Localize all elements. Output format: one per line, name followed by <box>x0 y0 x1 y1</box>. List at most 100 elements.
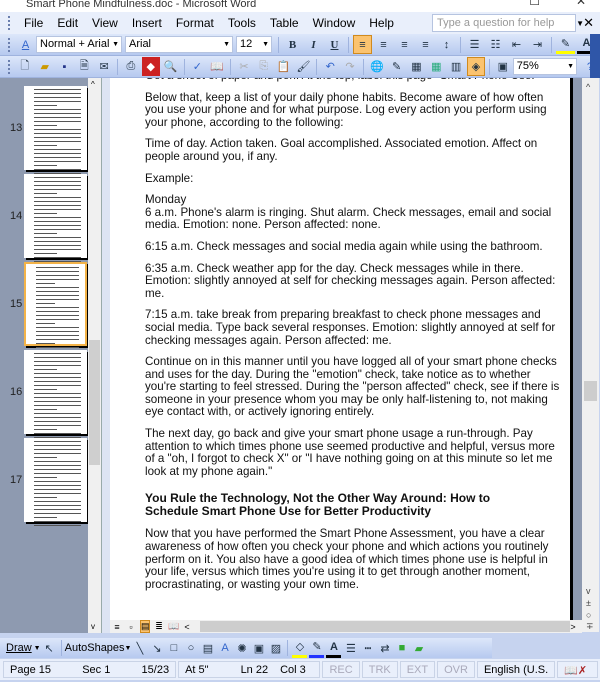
hyperlink-icon[interactable]: 🌐 <box>368 57 386 76</box>
scroll-thumb[interactable] <box>584 381 597 401</box>
thumbnail-page[interactable] <box>24 174 87 262</box>
zoom-select[interactable]: 75% ▼ <box>512 58 578 75</box>
vertical-scrollbar[interactable]: ^ v ± ○ ∓ <box>582 78 599 632</box>
new-document-icon[interactable]: 🗋 <box>16 57 34 76</box>
line-icon[interactable]: ╲ <box>132 639 147 658</box>
cut-icon[interactable]: ✂ <box>235 57 253 76</box>
diagram-icon[interactable]: ✺ <box>234 639 249 658</box>
text-box-icon[interactable]: ▤ <box>200 639 215 658</box>
scroll-down-icon[interactable]: v <box>91 622 95 631</box>
maximize-button[interactable]: ☐ <box>529 0 540 7</box>
extend-selection[interactable]: EXT <box>399 661 436 678</box>
align-center-icon[interactable]: ≡ <box>374 35 393 54</box>
font-size-select[interactable]: 12 ▼ <box>236 36 272 53</box>
horizontal-scrollbar[interactable]: ≡ ▫ ▤ ≣ 📖 < > <box>110 620 582 633</box>
menu-insert[interactable]: Insert <box>132 16 162 30</box>
bullets-icon[interactable]: ☷ <box>486 35 505 54</box>
tables-borders-icon[interactable]: ✎ <box>388 57 406 76</box>
document-page[interactable]: Get a sheet of paper and pen. At the top… <box>110 78 570 620</box>
arrow-style-icon[interactable]: ⇄ <box>377 639 392 658</box>
document-map-icon[interactable]: ▣ <box>494 57 512 76</box>
pdf-icon[interactable]: ◆ <box>141 57 160 76</box>
menu-window[interactable]: Window <box>313 16 356 30</box>
align-left-icon[interactable]: ≡ <box>353 35 372 54</box>
scroll-left-icon[interactable]: < <box>182 622 192 632</box>
highlight-icon[interactable]: ✎ <box>556 35 575 54</box>
dash-style-icon[interactable]: ┅ <box>360 639 375 658</box>
increase-indent-icon[interactable]: ⇥ <box>528 35 547 54</box>
reading-layout-icon[interactable]: 📖 <box>168 621 179 632</box>
align-right-icon[interactable]: ≡ <box>395 35 414 54</box>
language[interactable]: English (U.S. <box>476 661 556 678</box>
columns-icon[interactable]: ▥ <box>447 57 465 76</box>
thumbnail-page[interactable] <box>24 262 87 352</box>
picture-icon[interactable]: ▨ <box>268 639 283 658</box>
bold-button[interactable]: B <box>283 35 302 54</box>
menu-help[interactable]: Help <box>369 16 394 30</box>
select-objects-icon[interactable]: ↖ <box>42 639 57 658</box>
document-text[interactable]: Get a sheet of paper and pen. At the top… <box>145 78 559 600</box>
fill-color-icon[interactable]: ◇ <box>292 639 308 658</box>
print-preview-icon[interactable]: 🔍 <box>162 57 180 76</box>
format-painter-icon[interactable]: 🖌 <box>295 57 313 76</box>
print-layout-icon[interactable]: ▤ <box>140 620 150 633</box>
decrease-indent-icon[interactable]: ⇤ <box>507 35 526 54</box>
copy-icon[interactable]: ⎘ <box>255 57 273 76</box>
font-color-icon[interactable]: A <box>326 639 342 658</box>
oval-icon[interactable]: ○ <box>183 639 198 658</box>
toolbar-options[interactable] <box>590 56 600 78</box>
undo-icon[interactable]: ↶ <box>321 57 339 76</box>
research-icon[interactable]: 📖 <box>208 57 226 76</box>
print-icon[interactable]: ⎙ <box>122 57 140 76</box>
drawing-icon[interactable]: ◈ <box>467 57 485 76</box>
select-browse-object-icon[interactable]: ○ <box>586 610 591 620</box>
autoshapes-menu[interactable]: AutoShapes <box>65 642 125 654</box>
menu-tools[interactable]: Tools <box>228 16 256 30</box>
save-icon[interactable]: ▪ <box>56 57 74 76</box>
thumbnail-page[interactable] <box>24 350 87 438</box>
toolbar-options[interactable] <box>590 34 600 56</box>
paste-icon[interactable]: 📋 <box>275 57 293 76</box>
numbering-icon[interactable]: ☰ <box>465 35 484 54</box>
toolbar-grip[interactable] <box>8 16 11 30</box>
menu-edit[interactable]: Edit <box>57 16 78 30</box>
menu-file[interactable]: File <box>24 16 43 30</box>
outline-view-icon[interactable]: ≣ <box>154 621 164 632</box>
normal-view-icon[interactable]: ≡ <box>112 622 122 632</box>
insert-table-icon[interactable]: ▦ <box>408 57 426 76</box>
previous-page-icon[interactable]: ± <box>586 598 591 608</box>
toolbar-grip[interactable] <box>8 37 11 52</box>
menu-table[interactable]: Table <box>270 16 299 30</box>
styles-icon[interactable]: A <box>16 35 35 54</box>
web-layout-icon[interactable]: ▫ <box>126 622 136 632</box>
wordart-icon[interactable]: A <box>217 639 232 658</box>
thumbnail-page[interactable] <box>24 438 87 526</box>
scroll-up-icon[interactable]: ^ <box>91 80 95 89</box>
record-macro[interactable]: REC <box>322 661 360 678</box>
scroll-down-icon[interactable]: v <box>586 586 591 596</box>
thumbnail-scrollbar[interactable]: ^ v <box>88 78 101 633</box>
shadow-icon[interactable]: ■ <box>394 639 409 658</box>
scroll-right-icon[interactable]: > <box>568 622 578 632</box>
horizontal-scroll-thumb[interactable] <box>200 621 570 632</box>
spelling-icon[interactable]: ✓ <box>188 57 206 76</box>
line-color-icon[interactable]: ✎ <box>309 639 325 658</box>
style-select[interactable]: Normal + Arial ▼ <box>36 36 122 53</box>
menu-view[interactable]: View <box>92 16 118 30</box>
overtype[interactable]: OVR <box>437 661 475 678</box>
menu-format[interactable]: Format <box>176 16 214 30</box>
spelling-status-icon[interactable]: 📖✗ <box>557 661 598 678</box>
close-window-button[interactable]: ✕ <box>576 0 586 7</box>
permission-icon[interactable]: 🗎 <box>75 57 93 76</box>
italic-button[interactable]: I <box>304 35 323 54</box>
toolbar-grip[interactable] <box>8 59 11 74</box>
rectangle-icon[interactable]: □ <box>166 639 181 658</box>
open-folder-icon[interactable]: ▰ <box>36 57 54 76</box>
pane-splitter[interactable] <box>101 78 110 633</box>
font-select[interactable]: Arial ▼ <box>125 36 233 53</box>
arrow-icon[interactable]: ↘ <box>149 639 164 658</box>
thumbnail-page[interactable] <box>24 86 87 174</box>
scroll-thumb[interactable] <box>89 340 100 465</box>
track-changes[interactable]: TRK <box>361 661 398 678</box>
clip-art-icon[interactable]: ▣ <box>251 639 266 658</box>
